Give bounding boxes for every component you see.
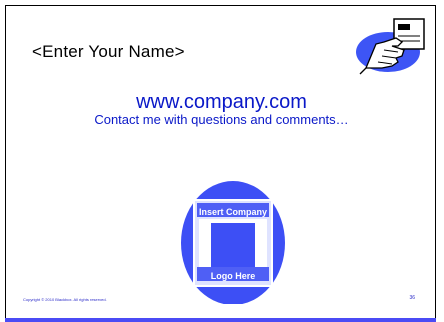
logo-graphic [181, 181, 285, 305]
hand-holding-card-icon [356, 18, 425, 75]
bottom-accent-bar [5, 318, 436, 322]
website-url[interactable]: www.company.com [6, 91, 437, 114]
copyright-footer: Copyright © 2010 Blackbox. All rights re… [23, 297, 107, 302]
slide: <Enter Your Name> www.company.com Contac… [5, 5, 436, 319]
logo-text-top: Insert Company [198, 207, 267, 217]
logo-text-bottom: Logo Here [210, 271, 256, 281]
name-placeholder: <Enter Your Name> [32, 42, 185, 61]
page-number: 36 [409, 295, 415, 301]
logo-placeholder: Insert Company Logo Here [181, 181, 285, 305]
contact-line: Contact me with questions and comments… [94, 112, 349, 127]
